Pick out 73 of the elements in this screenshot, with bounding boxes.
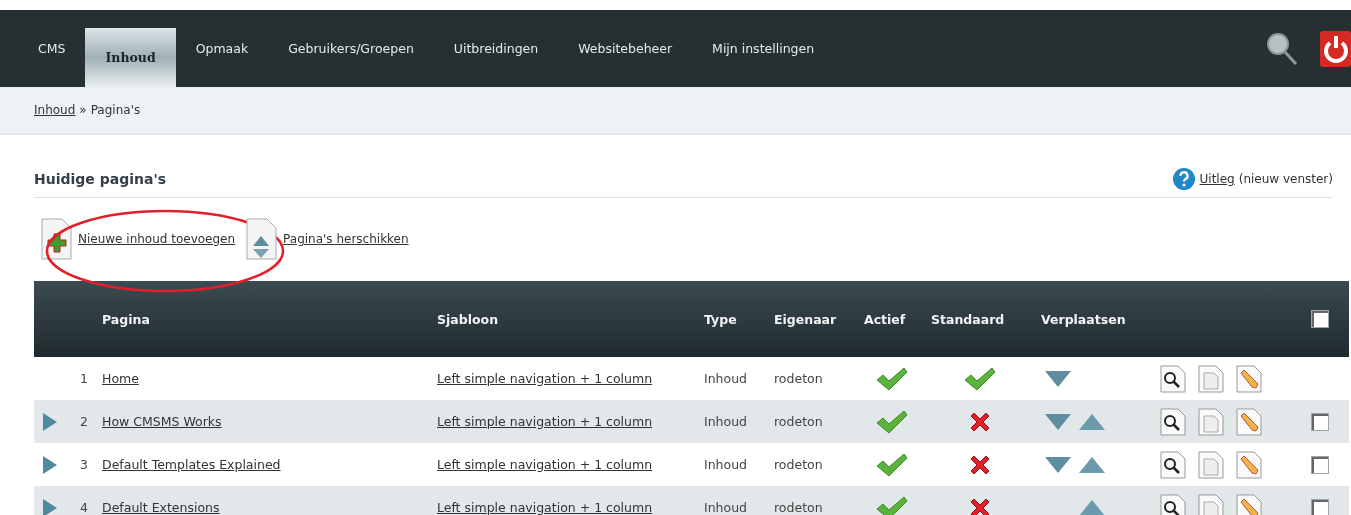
help-icon[interactable] (1171, 167, 1196, 191)
owner-cell-text: rodeton (773, 500, 824, 515)
view-icon[interactable] (1160, 407, 1186, 436)
row-checkbox[interactable] (1310, 455, 1329, 474)
view-icon[interactable] (1160, 450, 1186, 479)
help-note: (nieuw venster) (1238, 172, 1333, 186)
expand-arrow-icon[interactable] (43, 455, 57, 474)
power-icon[interactable] (1320, 30, 1351, 67)
owner-cell-text: rodeton (773, 371, 824, 386)
search-icon[interactable] (1266, 31, 1298, 66)
template-link[interactable]: Left simple navigation + 1 column (437, 500, 653, 515)
up-arrow-icon[interactable] (1079, 413, 1105, 430)
nav-tab[interactable]: Opmaak (175, 10, 269, 87)
nav-tab[interactable]: Uitbreidingen (433, 10, 559, 87)
action-link[interactable]: Pagina's herschikken (283, 232, 409, 246)
down-arrow-icon[interactable] (1045, 370, 1071, 387)
row-number: 4 (79, 500, 89, 515)
edit-icon[interactable] (1236, 493, 1262, 515)
column-header: Actief (863, 311, 907, 327)
breadcrumb-link[interactable]: Inhoud (34, 103, 76, 117)
column-header: Verplaatsen (1040, 311, 1127, 327)
nav-tab[interactable]: Gebruikers/Groepen (268, 10, 434, 87)
column-header: Sjabloon (436, 311, 500, 327)
type-cell-text: Inhoud (703, 500, 749, 515)
owner-cell-text: rodeton (773, 457, 824, 472)
help-link[interactable]: Uitleg (1199, 172, 1235, 186)
page-link[interactable]: How CMSMS Works (102, 414, 222, 429)
column-header: Standaard (930, 311, 1006, 327)
view-icon[interactable] (1160, 493, 1186, 515)
page-link[interactable]: Default Extensions (102, 500, 220, 515)
column-header: Eigenaar (773, 311, 838, 327)
column-header: Type (703, 311, 738, 327)
add-document-icon[interactable] (38, 218, 74, 260)
nav-tab[interactable]: Inhoud (85, 28, 176, 87)
action-link[interactable]: Nieuwe inhoud toevoegen (78, 232, 236, 246)
page-link[interactable]: Home (102, 371, 139, 386)
reorder-document-icon[interactable] (243, 218, 280, 260)
expand-arrow-icon[interactable] (43, 412, 57, 431)
template-link[interactable]: Left simple navigation + 1 column (437, 371, 653, 386)
row-number: 1 (79, 371, 89, 386)
checkmark-icon (874, 494, 909, 515)
type-cell-text: Inhoud (703, 457, 749, 472)
page-link[interactable]: Default Templates Explained (102, 457, 281, 472)
down-arrow-icon[interactable] (1045, 413, 1071, 430)
row-checkbox[interactable] (1310, 412, 1329, 431)
checkmark-icon (963, 365, 997, 392)
row-number: 3 (79, 457, 89, 472)
nav-tab[interactable]: Websitebeheer (558, 10, 693, 87)
column-header: Pagina (101, 311, 151, 327)
edit-icon[interactable] (1236, 450, 1262, 479)
checkmark-icon (874, 451, 909, 478)
view-icon[interactable] (1160, 364, 1186, 393)
owner-cell-text: rodeton (773, 414, 824, 429)
up-arrow-icon[interactable] (1079, 456, 1105, 473)
nav-tab[interactable]: Mijn instellingen (692, 10, 835, 87)
up-arrow-icon[interactable] (1079, 499, 1105, 515)
row-number: 2 (79, 414, 89, 429)
template-link[interactable]: Left simple navigation + 1 column (437, 457, 653, 472)
type-cell-text: Inhoud (703, 371, 749, 386)
down-arrow-icon[interactable] (1045, 456, 1071, 473)
expand-arrow-icon[interactable] (43, 498, 57, 515)
row-checkbox[interactable] (1310, 498, 1329, 515)
breadcrumb-current: Pagina's (90, 103, 141, 117)
nav-tab[interactable]: CMS (18, 10, 86, 87)
section-title: Huidige pagina's (34, 171, 166, 187)
select-all-checkbox[interactable] (1310, 310, 1329, 328)
checkmark-icon (874, 408, 909, 435)
breadcrumb-separator: » (79, 103, 87, 117)
checkmark-icon (874, 365, 909, 392)
template-link[interactable]: Left simple navigation + 1 column (437, 414, 653, 429)
type-cell-text: Inhoud (703, 414, 749, 429)
edit-icon[interactable] (1236, 364, 1262, 393)
edit-icon[interactable] (1236, 407, 1262, 436)
